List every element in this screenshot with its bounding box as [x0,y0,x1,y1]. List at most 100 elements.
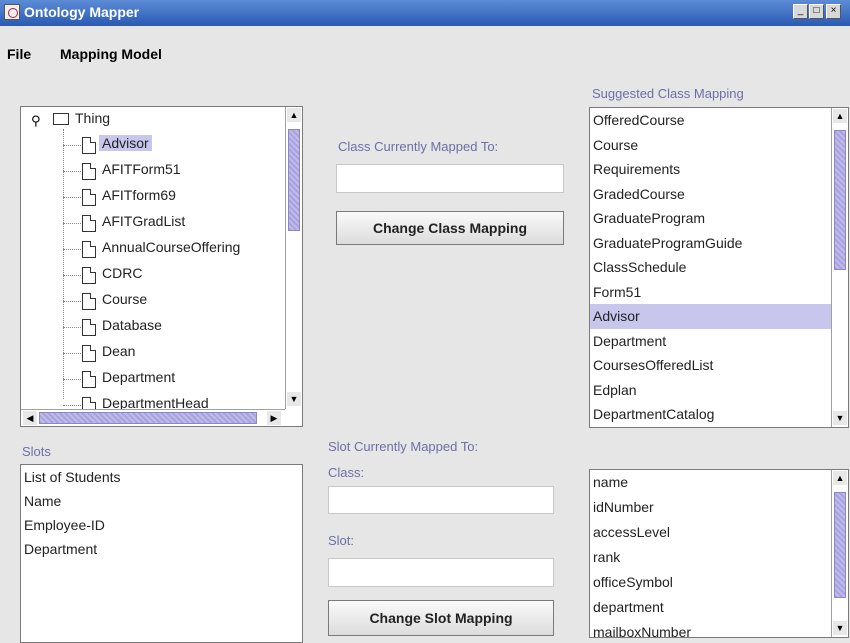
class-tree[interactable]: ⚲ Thing Advisor AFITForm51 AFITform69 AFITG… [20,106,303,427]
suggested-class-item[interactable]: DepartmentCatalog [590,402,831,427]
scroll-thumb[interactable] [834,492,846,598]
slot-item[interactable]: Department [21,537,302,561]
tree-item[interactable]: Department [102,369,175,385]
suggested-class-mapping-label: Suggested Class Mapping [592,86,744,101]
app-window: Ontology Mapper _ □ × File Mapping Model… [0,0,850,643]
suggested-class-item[interactable]: Form51 [590,280,831,305]
document-icon [82,163,96,180]
document-icon [82,345,96,362]
document-icon [82,241,96,258]
suggested-class-item[interactable]: Course [590,133,831,158]
tree-connector [63,249,81,250]
folder-icon [53,113,69,125]
suggested-class-item[interactable]: Edplan [590,378,831,403]
suggested-vertical-scrollbar[interactable]: ▲ ▼ [831,108,848,427]
tree-item[interactable]: Database [102,317,162,333]
minimize-button[interactable]: _ [793,4,808,19]
tree-item[interactable]: AnnualCourseOffering [102,239,240,255]
suggested-slot-item[interactable]: officeSymbol [590,570,831,595]
tree-item[interactable]: AFITform69 [102,187,176,203]
tree-connector [63,275,81,276]
document-icon [82,189,96,206]
slots-list[interactable]: List of Students Name Employee-ID Departmen… [20,464,303,643]
document-icon [82,215,96,232]
scroll-up-arrow-icon[interactable]: ▲ [833,109,847,123]
tree-connector [63,223,81,224]
maximize-button[interactable]: □ [809,4,824,19]
slot-item[interactable]: Name [21,489,302,513]
suggested-class-item[interactable]: GraduateProgram [590,206,831,231]
slots-label: Slots [22,444,51,459]
suggested-slot-list[interactable]: name idNumber accessLevel rank officeSymbol d… [589,469,849,638]
scroll-down-arrow-icon[interactable]: ▼ [833,411,847,425]
tree-connector [63,145,81,146]
scroll-right-arrow-icon[interactable]: ▶ [267,411,281,425]
tree-connector [63,301,81,302]
suggested-class-item[interactable]: GradedCourse [590,182,831,207]
tree-item[interactable]: Dean [102,343,135,359]
tree-item[interactable]: AFITForm51 [102,161,181,177]
scroll-up-arrow-icon[interactable]: ▲ [287,108,301,122]
suggested-class-item[interactable]: Advisor [590,304,831,329]
menu-mapping-model[interactable]: Mapping Model [60,46,162,62]
suggested-slot-item[interactable]: mailboxNumber [590,620,831,637]
suggested-class-item[interactable]: Requirements [590,157,831,182]
scroll-thumb-horizontal[interactable] [39,412,257,424]
suggested-slot-item[interactable]: idNumber [590,495,831,520]
slot-slot-field[interactable] [328,558,554,587]
scroll-up-arrow-icon[interactable]: ▲ [833,471,847,485]
tree-expand-handle-icon[interactable]: ⚲ [31,113,41,129]
slot-mapped-label: Slot Currently Mapped To: [328,439,479,454]
slot-item[interactable]: Employee-ID [21,513,302,537]
tree-item[interactable]: CDRC [102,265,142,281]
slot-item[interactable]: List of Students [21,465,302,489]
scroll-thumb[interactable] [288,129,300,231]
tree-connector [63,129,64,399]
class-mapped-label: Class Currently Mapped To: [338,139,499,154]
suggested-class-item[interactable]: OfferedCourse [590,108,831,133]
suggested-class-item[interactable]: GraduateProgramGuide [590,231,831,256]
suggested-slot-item[interactable]: rank [590,545,831,570]
change-slot-mapping-button[interactable]: Change Slot Mapping [328,600,554,636]
tree-horizontal-scrollbar[interactable]: ◀ ▶ [21,409,285,426]
suggested-slot-item[interactable]: name [590,470,831,495]
scroll-thumb[interactable] [834,130,846,270]
document-icon [82,371,96,388]
suggested-class-item[interactable]: CoursesOfferedList [590,353,831,378]
tree-connector [63,171,81,172]
document-icon [82,293,96,310]
tree-item[interactable]: Course [102,291,147,307]
close-button[interactable]: × [826,4,841,19]
app-icon [4,4,20,20]
slot-class-label: Class: [328,465,365,480]
suggested-class-list[interactable]: OfferedCourse Course Requirements GradedCou… [589,107,849,428]
suggested-slot-item[interactable]: department [590,595,831,620]
tree-connector [63,353,81,354]
suggested-class-item[interactable]: ClassSchedule [590,255,831,280]
suggested-slot-vertical-scrollbar[interactable]: ▲ ▼ [831,470,848,637]
slot-class-field[interactable] [328,486,554,514]
tree-item[interactable]: Advisor [99,135,152,151]
suggested-slot-item[interactable]: accessLevel [590,520,831,545]
slot-slot-label: Slot: [328,533,355,548]
scroll-down-arrow-icon[interactable]: ▼ [287,392,301,406]
tree-vertical-scrollbar[interactable]: ▲ ▼ [285,107,302,409]
document-icon [82,319,96,336]
title-bar: Ontology Mapper _ □ × [0,0,850,26]
window-title: Ontology Mapper [24,4,140,20]
tree-connector [63,405,81,406]
menu-bar: File Mapping Model [0,26,850,62]
tree-connector [63,327,81,328]
document-icon [82,267,96,284]
menu-file[interactable]: File [7,46,31,62]
suggested-class-item[interactable]: Department [590,329,831,354]
change-class-mapping-button[interactable]: Change Class Mapping [336,211,564,245]
class-mapped-field[interactable] [336,164,564,193]
tree-connector [63,197,81,198]
tree-item[interactable]: AFITGradList [102,213,185,229]
scroll-left-arrow-icon[interactable]: ◀ [23,411,37,425]
scroll-down-arrow-icon[interactable]: ▼ [833,621,847,635]
tree-root-thing[interactable]: Thing [75,110,110,126]
document-icon [82,137,96,154]
tree-connector [63,379,81,380]
